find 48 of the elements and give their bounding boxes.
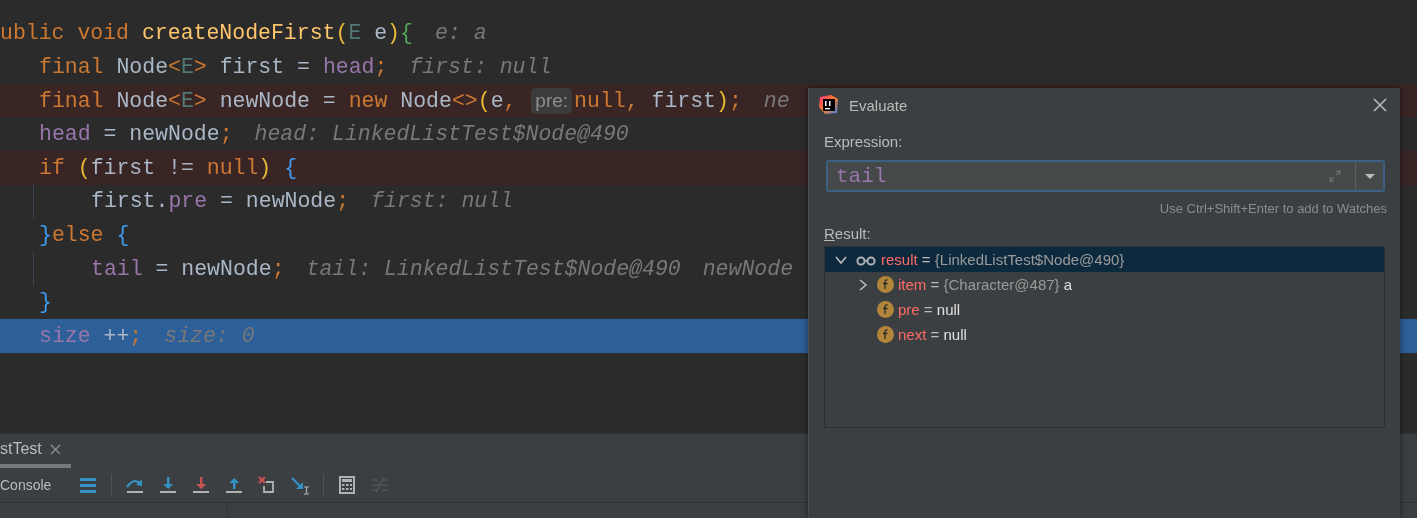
code-text: final Node<E> first = head; bbox=[39, 55, 388, 79]
close-icon[interactable] bbox=[49, 443, 61, 455]
code-text: head = newNode; bbox=[39, 122, 233, 147]
field-icon bbox=[877, 326, 894, 343]
tree-row[interactable]: result = {LinkedListTest$Node@490} bbox=[825, 247, 1384, 272]
lines-icon[interactable] bbox=[78, 475, 99, 495]
variable-text: result = {LinkedListTest$Node@490} bbox=[881, 251, 1125, 268]
tree-row[interactable]: pre = null bbox=[825, 297, 1384, 322]
inline-value-hint: size: 0 bbox=[164, 323, 255, 348]
variable-text: item = {Character@487} a bbox=[898, 276, 1073, 293]
shortcut-hint: Use Ctrl+Shift+Enter to add to Watches bbox=[1158, 201, 1387, 216]
console-tab[interactable]: Console bbox=[0, 477, 52, 493]
inline-value-hint: newNode bbox=[702, 256, 794, 281]
inline-value-hint: head: LinkedListTest$Node@490 bbox=[254, 122, 629, 147]
code-text: tail = newNode; bbox=[91, 256, 285, 281]
tree-row[interactable]: next = null bbox=[825, 322, 1384, 347]
dialog-title: Evaluate bbox=[849, 96, 909, 114]
expand-icon[interactable] bbox=[857, 278, 869, 291]
dropdown-arrow-icon bbox=[1363, 172, 1376, 180]
result-label: Result: bbox=[824, 225, 872, 242]
variable-text: next = null bbox=[898, 326, 967, 343]
code-text: ublic void createNodeFirst(E e){ bbox=[0, 21, 413, 46]
force-step-into-icon[interactable] bbox=[191, 475, 212, 495]
inline-value-hint: tail: LinkedListTest$Node@490 bbox=[306, 256, 681, 281]
field-icon bbox=[877, 276, 894, 293]
field-icon bbox=[877, 301, 894, 318]
code-text: final Node<E> newNode = new Node<>(e, bbox=[39, 88, 518, 113]
parameter-hint: pre: bbox=[531, 87, 573, 114]
close-icon[interactable] bbox=[1372, 97, 1388, 113]
code-text: } bbox=[39, 290, 52, 315]
code-text: null, first); bbox=[574, 88, 742, 113]
tree-row[interactable]: item = {Character@487} a bbox=[825, 272, 1384, 297]
step-into-icon[interactable] bbox=[158, 475, 179, 495]
expression-label: Expression: bbox=[824, 133, 904, 150]
step-out-icon[interactable] bbox=[224, 475, 245, 495]
code-text: size ++; bbox=[39, 323, 143, 348]
code-text: }else { bbox=[39, 222, 130, 247]
inline-value-hint: ne bbox=[763, 88, 790, 113]
calculator-icon[interactable] bbox=[337, 475, 358, 495]
code-text: first.pre = newNode; bbox=[91, 189, 350, 214]
inline-value-hint: first: null bbox=[409, 55, 552, 79]
session-tab[interactable]: stTest bbox=[0, 434, 71, 468]
code-text: if (first != null) { bbox=[39, 155, 298, 180]
inline-value-hint: first: null bbox=[371, 189, 513, 214]
variable-text: pre = null bbox=[898, 301, 961, 318]
run-to-cursor-icon[interactable] bbox=[290, 475, 311, 495]
inline-value-hint: e: a bbox=[434, 21, 487, 46]
app-icon bbox=[819, 95, 839, 115]
